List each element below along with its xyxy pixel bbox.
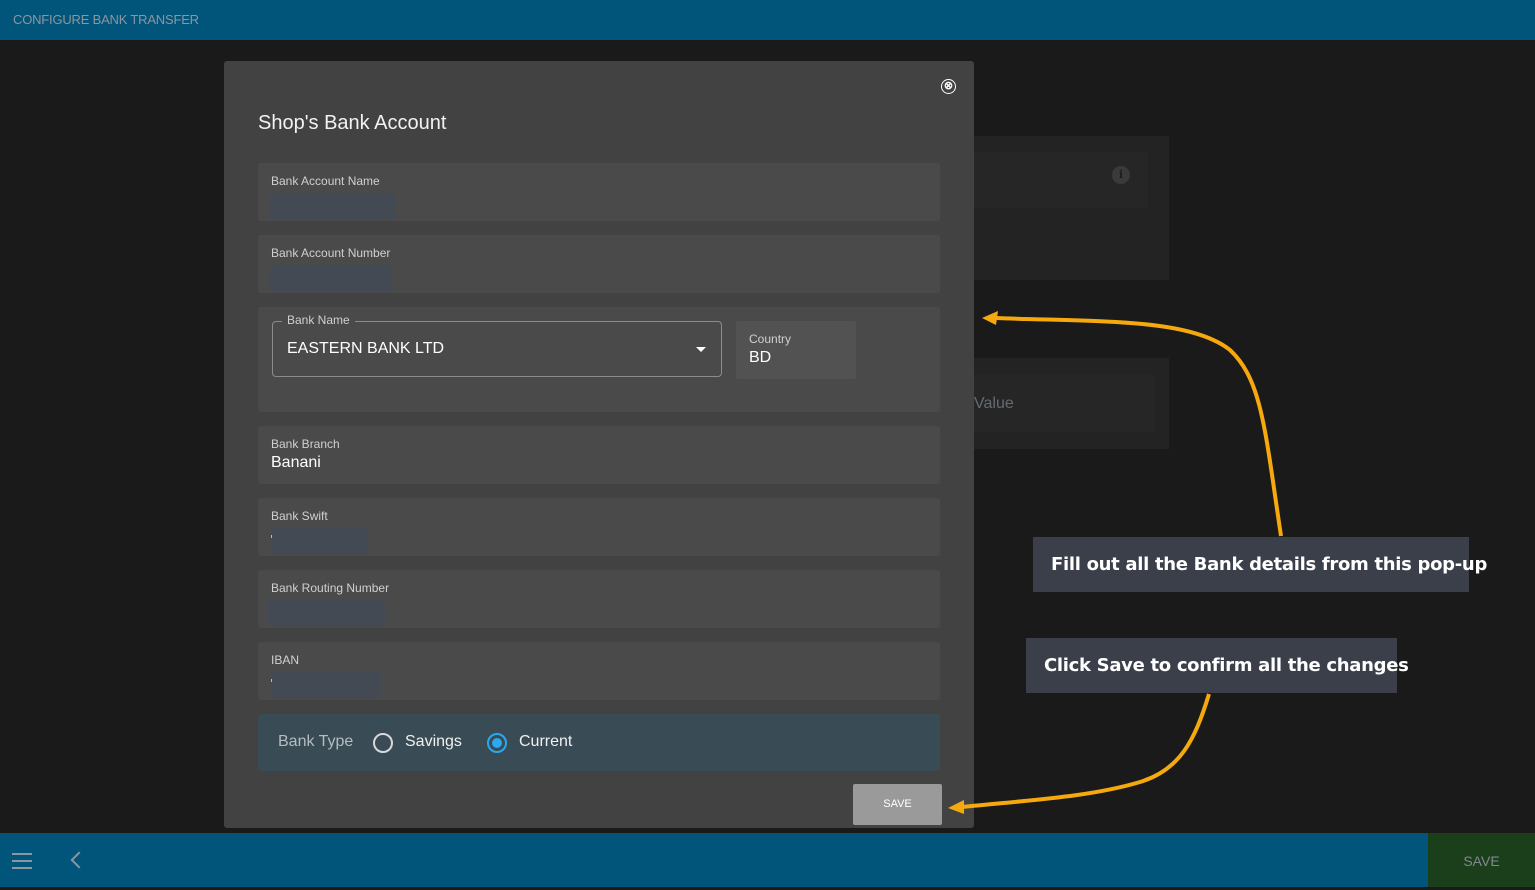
- bank-swift-field[interactable]: Bank Swift: [258, 498, 940, 556]
- bank-account-name-field[interactable]: Bank Account Name: [258, 163, 940, 221]
- arrowhead: [982, 311, 998, 325]
- background-value-placeholder: Value: [974, 395, 1014, 412]
- radio-savings[interactable]: [373, 733, 393, 753]
- field-label: Bank Account Name: [271, 174, 380, 188]
- radio-current-label[interactable]: Current: [519, 733, 572, 751]
- radio-savings-label[interactable]: Savings: [405, 733, 462, 751]
- bank-branch-field[interactable]: Bank Branch Banani: [258, 426, 940, 484]
- redacted-value: [270, 193, 396, 219]
- footer-save-button[interactable]: SAVE: [1428, 833, 1535, 887]
- back-chevron-icon[interactable]: [70, 851, 88, 869]
- redacted-value: [272, 528, 367, 554]
- arrow-to-save: [961, 693, 1211, 809]
- field-label: Bank Routing Number: [271, 581, 390, 595]
- field-label: Country: [749, 332, 792, 346]
- callout-click-save: Click Save to confirm all the changes: [1026, 638, 1409, 693]
- country-value: BD: [749, 349, 772, 366]
- bank-branch-value: Banani: [271, 454, 321, 471]
- redacted-value: [270, 265, 392, 291]
- bank-routing-number-field[interactable]: Bank Routing Number: [258, 570, 940, 628]
- bank-name-group: Bank Name EASTERN BANK LTD Country BD: [258, 307, 940, 412]
- bottom-bar: SAVE: [0, 833, 1535, 887]
- dialog-save-button[interactable]: SAVE: [853, 784, 942, 825]
- page-title: CONFIGURE BANK TRANSFER: [13, 12, 199, 27]
- top-app-bar: CONFIGURE BANK TRANSFER: [0, 0, 1535, 40]
- redacted-value: [272, 672, 381, 698]
- hamburger-menu-icon[interactable]: [12, 853, 32, 869]
- background-card: [960, 136, 1169, 280]
- dropdown-arrow-icon: [696, 347, 706, 352]
- callout-fill-out: Fill out all the Bank details from this …: [1033, 537, 1487, 592]
- field-label: Bank Swift: [271, 509, 328, 523]
- radio-current[interactable]: [487, 733, 507, 753]
- bank-name-value: EASTERN BANK LTD: [287, 340, 445, 357]
- iban-field[interactable]: IBAN: [258, 642, 940, 700]
- field-label: IBAN: [271, 653, 300, 667]
- bank-type-label: Bank Type: [278, 733, 354, 750]
- redacted-value: [267, 600, 385, 626]
- dialog-title: Shop's Bank Account: [258, 112, 447, 134]
- close-icon[interactable]: ⊗: [941, 79, 956, 94]
- field-label: Bank Account Number: [271, 246, 391, 260]
- info-icon: i: [1112, 166, 1130, 184]
- bank-account-number-field[interactable]: Bank Account Number: [258, 235, 940, 293]
- country-field[interactable]: Country BD: [736, 321, 856, 379]
- field-label: Bank Branch: [271, 437, 340, 451]
- bank-account-dialog: ⊗ Shop's Bank Account Bank Account Name …: [224, 61, 974, 828]
- field-label: Bank Name: [282, 313, 355, 327]
- bank-name-select[interactable]: Bank Name EASTERN BANK LTD: [272, 313, 722, 377]
- bank-type-group: Bank Type Savings Current: [258, 714, 940, 771]
